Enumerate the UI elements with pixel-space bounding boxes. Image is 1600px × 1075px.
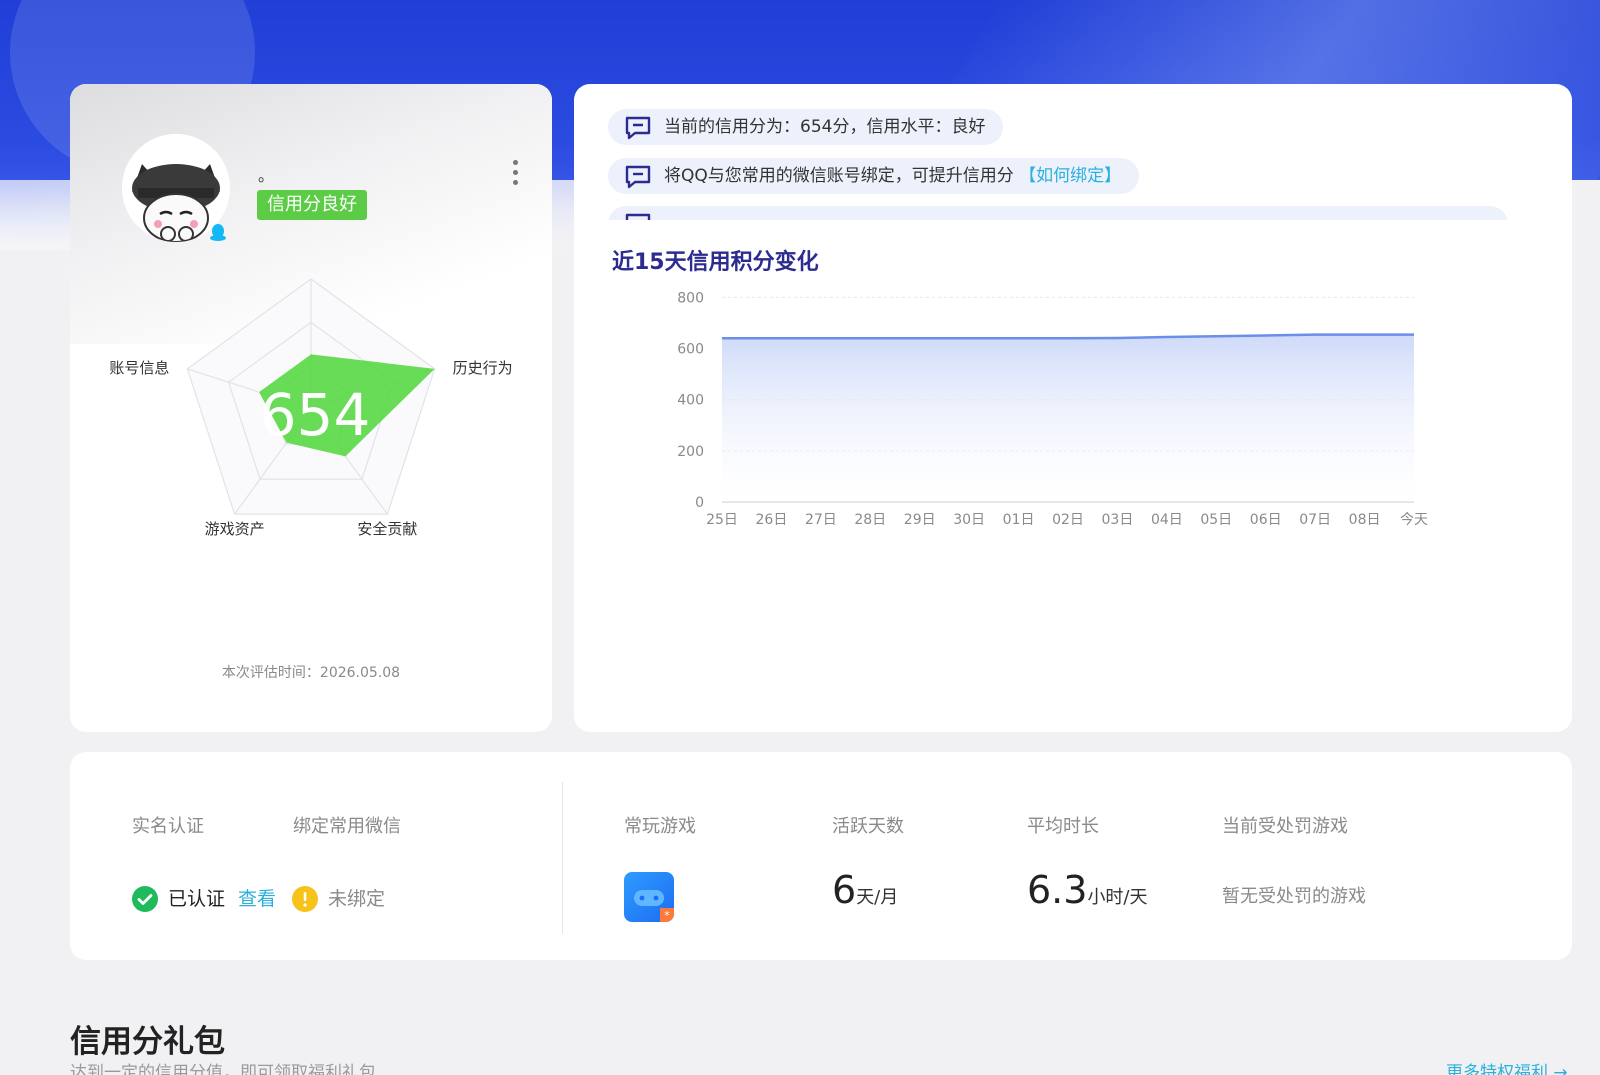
trend-ytick-label: 0 bbox=[695, 495, 704, 511]
svg-text:*: * bbox=[664, 909, 670, 922]
real-name-label: 实名认证 bbox=[132, 816, 204, 837]
avg-time: 6.3小时/天 bbox=[1027, 868, 1148, 912]
favorite-game-label: 常玩游戏 bbox=[624, 816, 696, 837]
gift-section-subtitle: 达到一定的信用分值，即可领取福利礼包 bbox=[70, 1063, 376, 1075]
trend-xtick-label: 26日 bbox=[756, 512, 788, 528]
stats-card: 实名认证 绑定常用微信 已认证 查看 未绑定 常玩游戏 * 活跃天数 6天/月 … bbox=[70, 752, 1572, 960]
notice-item: 当前的信用分为：654分，信用水平：良好 bbox=[608, 109, 1004, 145]
trend-xtick-label: 29日 bbox=[904, 512, 936, 528]
wechat-bind-label: 绑定常用微信 bbox=[293, 816, 401, 837]
trend-ytick-label: 600 bbox=[677, 342, 704, 358]
real-name-status: 已认证 bbox=[168, 888, 226, 910]
gift-section-title: 信用分礼包 bbox=[70, 1024, 225, 1060]
radar-axis-label: 历史行为 bbox=[453, 359, 513, 377]
trend-xtick-label: 01日 bbox=[1003, 512, 1035, 528]
trend-xtick-label: 30日 bbox=[953, 512, 985, 528]
trend-title: 近15天信用积分变化 bbox=[612, 250, 819, 275]
message-icon bbox=[625, 165, 651, 189]
punished-games-value: 暂无受处罚的游戏 bbox=[1222, 886, 1366, 907]
trend-xtick-label: 28日 bbox=[854, 512, 886, 528]
notice-list: 当前的信用分为：654分，信用水平：良好 将QQ与您常用的微信账号绑定，可提升信… bbox=[574, 84, 1572, 220]
trend-xtick-label: 06日 bbox=[1250, 512, 1282, 528]
game-controller-icon[interactable]: * bbox=[624, 872, 674, 922]
notice-text: 将QQ与您常用的微信账号绑定，可提升信用分 bbox=[664, 166, 1014, 186]
trend-xtick-label: 02日 bbox=[1052, 512, 1084, 528]
message-icon bbox=[625, 213, 651, 220]
trend-ytick-label: 200 bbox=[677, 444, 704, 460]
verified-check-icon bbox=[132, 886, 158, 912]
message-icon bbox=[625, 116, 651, 140]
profile-card: 。 信用分良好 654日常活跃历史行为安全贡献游戏资产账号信息 本次评估时间：2… bbox=[70, 84, 552, 732]
avg-time-label: 平均时长 bbox=[1027, 816, 1099, 837]
trend-xtick-label: 07日 bbox=[1299, 512, 1331, 528]
punished-games-label: 当前受处罚游戏 bbox=[1222, 816, 1348, 837]
trend-xtick-label: 08日 bbox=[1349, 512, 1381, 528]
active-days: 6天/月 bbox=[832, 868, 898, 912]
avg-time-value: 6.3 bbox=[1027, 868, 1088, 912]
avg-time-unit: 小时/天 bbox=[1087, 887, 1148, 908]
radar-axis-label: 游戏资产 bbox=[205, 520, 265, 538]
credit-trend-chart: 02004006008001,0001,20025日26日27日28日29日30… bbox=[677, 290, 1428, 528]
trend-xtick-label: 03日 bbox=[1102, 512, 1134, 528]
credit-radar-chart: 654日常活跃历史行为安全贡献游戏资产账号信息 bbox=[109, 278, 513, 538]
radar-axis-label: 安全贡献 bbox=[357, 520, 417, 538]
notice-text: 当前的信用分为：654分，信用水平：良好 bbox=[664, 117, 986, 137]
wechat-bind-status: 未绑定 bbox=[328, 888, 386, 910]
trend-xtick-label: 04日 bbox=[1151, 512, 1183, 528]
how-to-bind-link[interactable]: 【如何绑定】 bbox=[1019, 166, 1121, 186]
credit-level-badge: 信用分良好 bbox=[257, 190, 367, 220]
view-real-name-link[interactable]: 查看 bbox=[238, 886, 276, 912]
radar-score: 654 bbox=[260, 381, 371, 449]
stats-divider bbox=[562, 782, 563, 934]
warning-icon bbox=[292, 886, 318, 912]
trend-card: 当前的信用分为：654分，信用水平：良好 将QQ与您常用的微信账号绑定，可提升信… bbox=[574, 84, 1572, 732]
nickname: 。 bbox=[258, 166, 275, 185]
more-privileges-link[interactable]: 更多特权福利 → bbox=[1446, 1058, 1568, 1075]
notice-item-cut bbox=[608, 206, 1508, 220]
trend-area bbox=[722, 334, 1414, 502]
qq-penguin-icon bbox=[208, 222, 228, 242]
trend-xtick-label: 25日 bbox=[706, 512, 738, 528]
active-days-value: 6 bbox=[832, 868, 857, 912]
active-days-label: 活跃天数 bbox=[832, 816, 904, 837]
evaluation-time: 本次评估时间：2026.05.08 bbox=[221, 665, 401, 681]
radar-axis-label: 账号信息 bbox=[109, 359, 169, 377]
active-days-unit: 天/月 bbox=[856, 887, 899, 908]
more-options-icon[interactable] bbox=[510, 160, 520, 188]
notice-item: 将QQ与您常用的微信账号绑定，可提升信用分 【如何绑定】 bbox=[608, 158, 1140, 194]
trend-xtick-label: 05日 bbox=[1200, 512, 1232, 528]
trend-ytick-label: 400 bbox=[677, 393, 704, 409]
trend-ytick-label: 800 bbox=[677, 290, 704, 306]
trend-xtick-label: 今天 bbox=[1400, 512, 1428, 528]
trend-xtick-label: 27日 bbox=[805, 512, 837, 528]
